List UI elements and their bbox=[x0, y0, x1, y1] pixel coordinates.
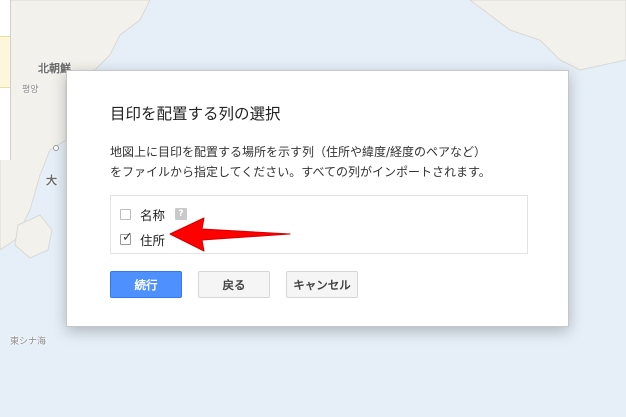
column-checkbox-address[interactable]: ✓ bbox=[120, 229, 133, 245]
left-side-panel[interactable] bbox=[0, 0, 11, 160]
map-label-east-china-sea: 東シナ海 bbox=[10, 337, 47, 347]
map-label-osaka-fragment: 大 bbox=[46, 174, 57, 187]
annotation-arrow-icon bbox=[169, 217, 291, 252]
dialog-title: 目印を配置する列の選択 bbox=[110, 105, 281, 123]
column-checkbox-name[interactable] bbox=[120, 208, 131, 220]
cancel-button[interactable]: キャンセル bbox=[286, 271, 358, 298]
checkmark-icon: ✓ bbox=[122, 229, 133, 245]
column-option-label: 住所 bbox=[140, 232, 166, 248]
column-option-label: 名称 bbox=[140, 207, 166, 223]
dialog-description-line1: 地図上に目印を配置する場所を示す列（住所や緯度/経度のペアなど） bbox=[110, 145, 487, 159]
select-column-dialog: 目印を配置する列の選択 地図上に目印を配置する場所を示す列（住所や緯度/経度のペ… bbox=[66, 70, 569, 327]
map-label-pyongyang: 평양 bbox=[22, 85, 39, 95]
dialog-description-line2: をファイルから指定してください。すべての列がインポートされます。 bbox=[110, 165, 491, 179]
column-option-address[interactable]: ✓ 住所 bbox=[120, 230, 165, 248]
left-panel-tab[interactable] bbox=[0, 36, 10, 88]
back-button[interactable]: 戻る bbox=[198, 271, 270, 298]
continue-button[interactable]: 続行 bbox=[110, 271, 182, 298]
dialog-description: 地図上に目印を配置する場所を示す列（住所や緯度/経度のペアなど） をファイルから… bbox=[110, 142, 550, 182]
